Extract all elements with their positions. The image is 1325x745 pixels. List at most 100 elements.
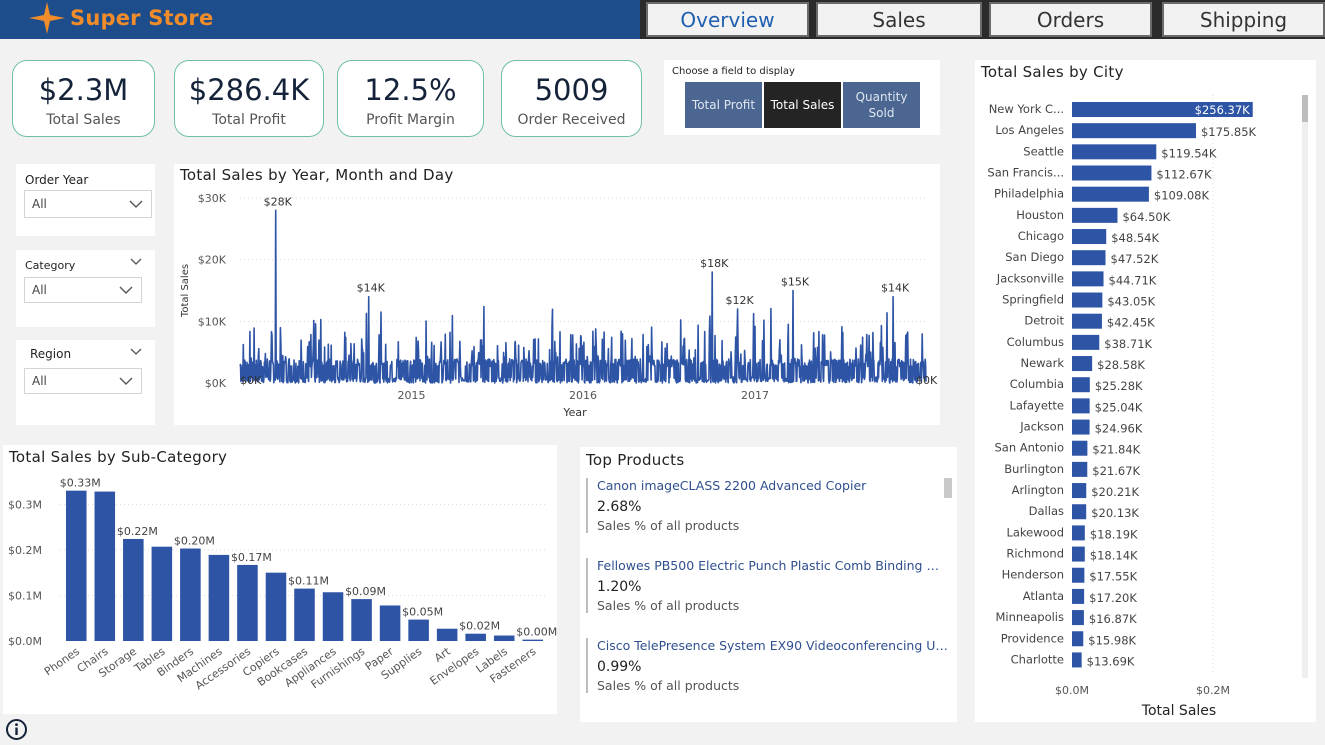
peak-data-label: $28K (264, 195, 293, 208)
x-tick-label: 2017 (741, 389, 769, 402)
x-tick-label: 2016 (569, 389, 597, 402)
product-share-label: Sales % of all products (597, 678, 740, 693)
city-label: Dallas (1029, 504, 1064, 518)
bar (465, 633, 486, 641)
y-tick-label: $0.2M (8, 544, 42, 557)
peak-data-label: $15K (781, 276, 810, 289)
bar-data-label: $24.96K (1095, 422, 1143, 436)
product-share-label: Sales % of all products (597, 518, 740, 533)
product-share: 2.68% (597, 499, 642, 515)
y-tick-label: $0.3M (8, 498, 42, 511)
dropdown-value: All (32, 374, 47, 388)
sales-line-chart[interactable]: $0K$10K$20K$30K2015 2016 2017YearTotal Sal… (174, 164, 940, 425)
product-item[interactable]: Cisco TelePresence System EX90 Videoconf… (586, 638, 948, 693)
subcategory-bar-chart[interactable]: $0.0M$0.1M$0.2M$0.3M$0.33MPhonesChairs$0… (3, 445, 557, 714)
chevron-down-icon (119, 377, 133, 385)
bar (1072, 313, 1102, 329)
kpi-value: $2.3M (38, 73, 129, 107)
bar-data-label: $0.09M (345, 585, 386, 598)
product-item[interactable]: Fellowes PB500 Electric Punch Plastic Co… (586, 558, 948, 613)
kpi-profit-margin: 12.5% Profit Margin (337, 60, 484, 137)
kpi-label: Order Received (517, 112, 626, 128)
kpi-value: 12.5% (364, 73, 457, 107)
bar (1072, 229, 1107, 245)
city-label: Providence (1001, 631, 1064, 645)
city-label: San Diego (1005, 250, 1064, 264)
tab-overview[interactable]: Overview (646, 2, 809, 37)
bar-data-label: $0.11M (288, 575, 329, 588)
sales-by-subcategory-panel: Total Sales by Sub-Category $0.0M $0.1M $0… (3, 445, 557, 714)
city-bar-chart[interactable]: New York C... $256.37K Los Angeles $175.85K… (975, 60, 1316, 722)
city-label: Henderson (1002, 568, 1064, 582)
city-label: Detroit (1024, 314, 1064, 328)
bar (522, 639, 544, 641)
bar (180, 548, 201, 641)
bar-data-label: $38.71K (1104, 337, 1152, 351)
y-tick-label: $20K (198, 254, 227, 267)
app-header: Super Store Overview Sales Orders Shippi… (0, 0, 1325, 39)
kpi-value: $286.4K (188, 73, 310, 107)
bar (265, 572, 287, 641)
bar (1072, 292, 1103, 308)
product-name: Fellowes PB500 Electric Punch Plastic Co… (597, 558, 948, 573)
info-icon[interactable] (5, 718, 28, 741)
order-year-dropdown[interactable]: All (24, 190, 152, 218)
chevron-down-icon[interactable] (129, 256, 143, 268)
city-label: Burlington (1004, 462, 1064, 476)
slicer-title: Region (30, 347, 72, 361)
bar-data-label: $13.69K (1087, 654, 1135, 668)
bar (237, 564, 258, 641)
bar (1072, 483, 1087, 499)
chevron-down-icon[interactable] (129, 346, 143, 358)
start-data-label: $0K (240, 374, 262, 387)
city-label: Lafayette (1009, 398, 1064, 412)
city-label: New York C... (989, 102, 1064, 116)
city-label: Charlotte (1011, 652, 1064, 666)
bar-data-label: $18.14K (1090, 549, 1138, 563)
bar (1072, 525, 1085, 541)
bar-data-label: $21.67K (1092, 464, 1140, 478)
y-tick-label: $0K (205, 377, 227, 390)
product-item[interactable]: Canon imageCLASS 2200 Advanced Copier 2.… (586, 478, 948, 533)
bar (1072, 461, 1088, 477)
kpi-orders-received: 5009 Order Received (501, 60, 642, 137)
city-label: Richmond (1006, 547, 1064, 561)
bar-data-label: $21.84K (1092, 443, 1140, 457)
x-axis-title: Year (562, 406, 587, 419)
y-axis-title: Total Sales (180, 264, 191, 318)
bar-data-label: $256.37K (1195, 103, 1251, 117)
bar-data-label: $0.22M (117, 525, 158, 538)
peak-data-label: $12K (725, 294, 754, 307)
tab-shipping[interactable]: Shipping (1162, 2, 1325, 37)
city-label: Newark (1020, 356, 1064, 370)
bar-data-label: $28.58K (1097, 358, 1145, 372)
field-button-total-profit[interactable]: Total Profit (685, 82, 762, 128)
tab-sales[interactable]: Sales (816, 2, 982, 37)
field-button-quantity-sold[interactable]: Quantity Sold (843, 82, 920, 128)
region-dropdown[interactable]: All (24, 368, 142, 394)
nav-bar: Overview Sales Orders Shipping (640, 0, 1325, 39)
field-button-total-sales[interactable]: Total Sales (764, 82, 841, 128)
bar-data-label: $47.52K (1111, 252, 1159, 266)
bar (1072, 504, 1087, 520)
slicer-category: Category All (16, 250, 155, 327)
slicer-region: Region All (16, 340, 155, 425)
bar (351, 599, 372, 641)
city-label: Philadelphia (994, 187, 1064, 201)
tab-orders[interactable]: Orders (989, 2, 1152, 37)
bar (436, 628, 458, 641)
city-label: Springfield (1002, 293, 1064, 307)
bar (1072, 144, 1157, 160)
product-name: Cisco TelePresence System EX90 Videoconf… (597, 638, 948, 653)
city-label: Minneapolis (995, 610, 1064, 624)
product-name: Canon imageCLASS 2200 Advanced Copier (597, 478, 867, 493)
y-tick-label: $0.1M (8, 589, 42, 602)
bar-data-label: $18.19K (1090, 527, 1138, 541)
city-label: Jackson (1019, 420, 1064, 434)
city-label: Columbia (1010, 377, 1064, 391)
bar-data-label: $0.00M (516, 626, 557, 639)
bar-data-label: $0.05M (402, 606, 443, 619)
category-dropdown[interactable]: All (24, 277, 142, 303)
field-selector-title: Choose a field to display (672, 66, 795, 77)
bar-data-label: $15.98K (1088, 633, 1136, 647)
